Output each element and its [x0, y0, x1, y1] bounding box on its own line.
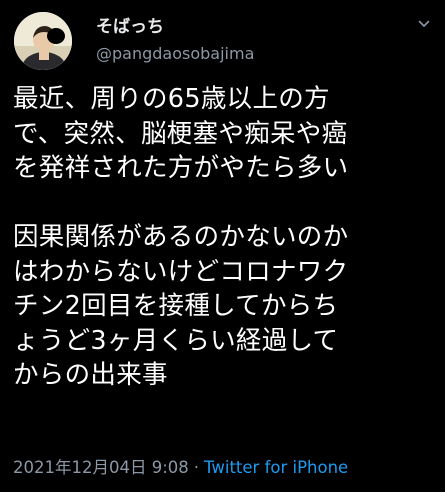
tweet-header: そばっち @pangdaosobajima	[14, 12, 434, 72]
tweet-text-line: で、突然、脳梗塞や痴呆や癌	[13, 118, 348, 149]
avatar-image	[14, 12, 72, 70]
tweet-text: 最近、周りの65歳以上の方 で、突然、脳梗塞や痴呆や癌 を発祥された方がやたら多い …	[13, 82, 438, 393]
meta-separator: ·	[193, 458, 200, 477]
tweet-text-line: ょうど3ヶ月くらい経過して	[13, 325, 339, 356]
author-display-name[interactable]: そばっち	[96, 16, 254, 38]
tweet-text-line: を発祥された方がやたら多い	[13, 153, 349, 183]
author-avatar[interactable]	[14, 12, 72, 70]
tweet-timestamp[interactable]: 2021年12月04日 9:08	[13, 458, 189, 477]
author-handle[interactable]: @pangdaosobajima	[96, 43, 254, 65]
tweet-text-line: 因果関係があるのかないのか	[13, 222, 349, 252]
tweet-text-line	[13, 186, 438, 221]
tweet-meta: 2021年12月04日 9:08 · Twitter for iPhone	[13, 457, 348, 479]
tweet-text-line: からの出来事	[13, 360, 168, 390]
tweet-source-link[interactable]: Twitter for iPhone	[204, 458, 348, 477]
chevron-down-icon[interactable]	[418, 18, 430, 30]
author-info: そばっち @pangdaosobajima	[96, 16, 254, 65]
tweet-card: そばっち @pangdaosobajima 最近、周りの65歳以上の方 で、突然、…	[0, 0, 445, 492]
tweet-text-line: チン2回目を接種してからち	[13, 291, 339, 321]
tweet-text-line: はわからないけどコロナワク	[13, 256, 349, 287]
tweet-text-line: 最近、周りの65歳以上の方	[13, 84, 330, 114]
